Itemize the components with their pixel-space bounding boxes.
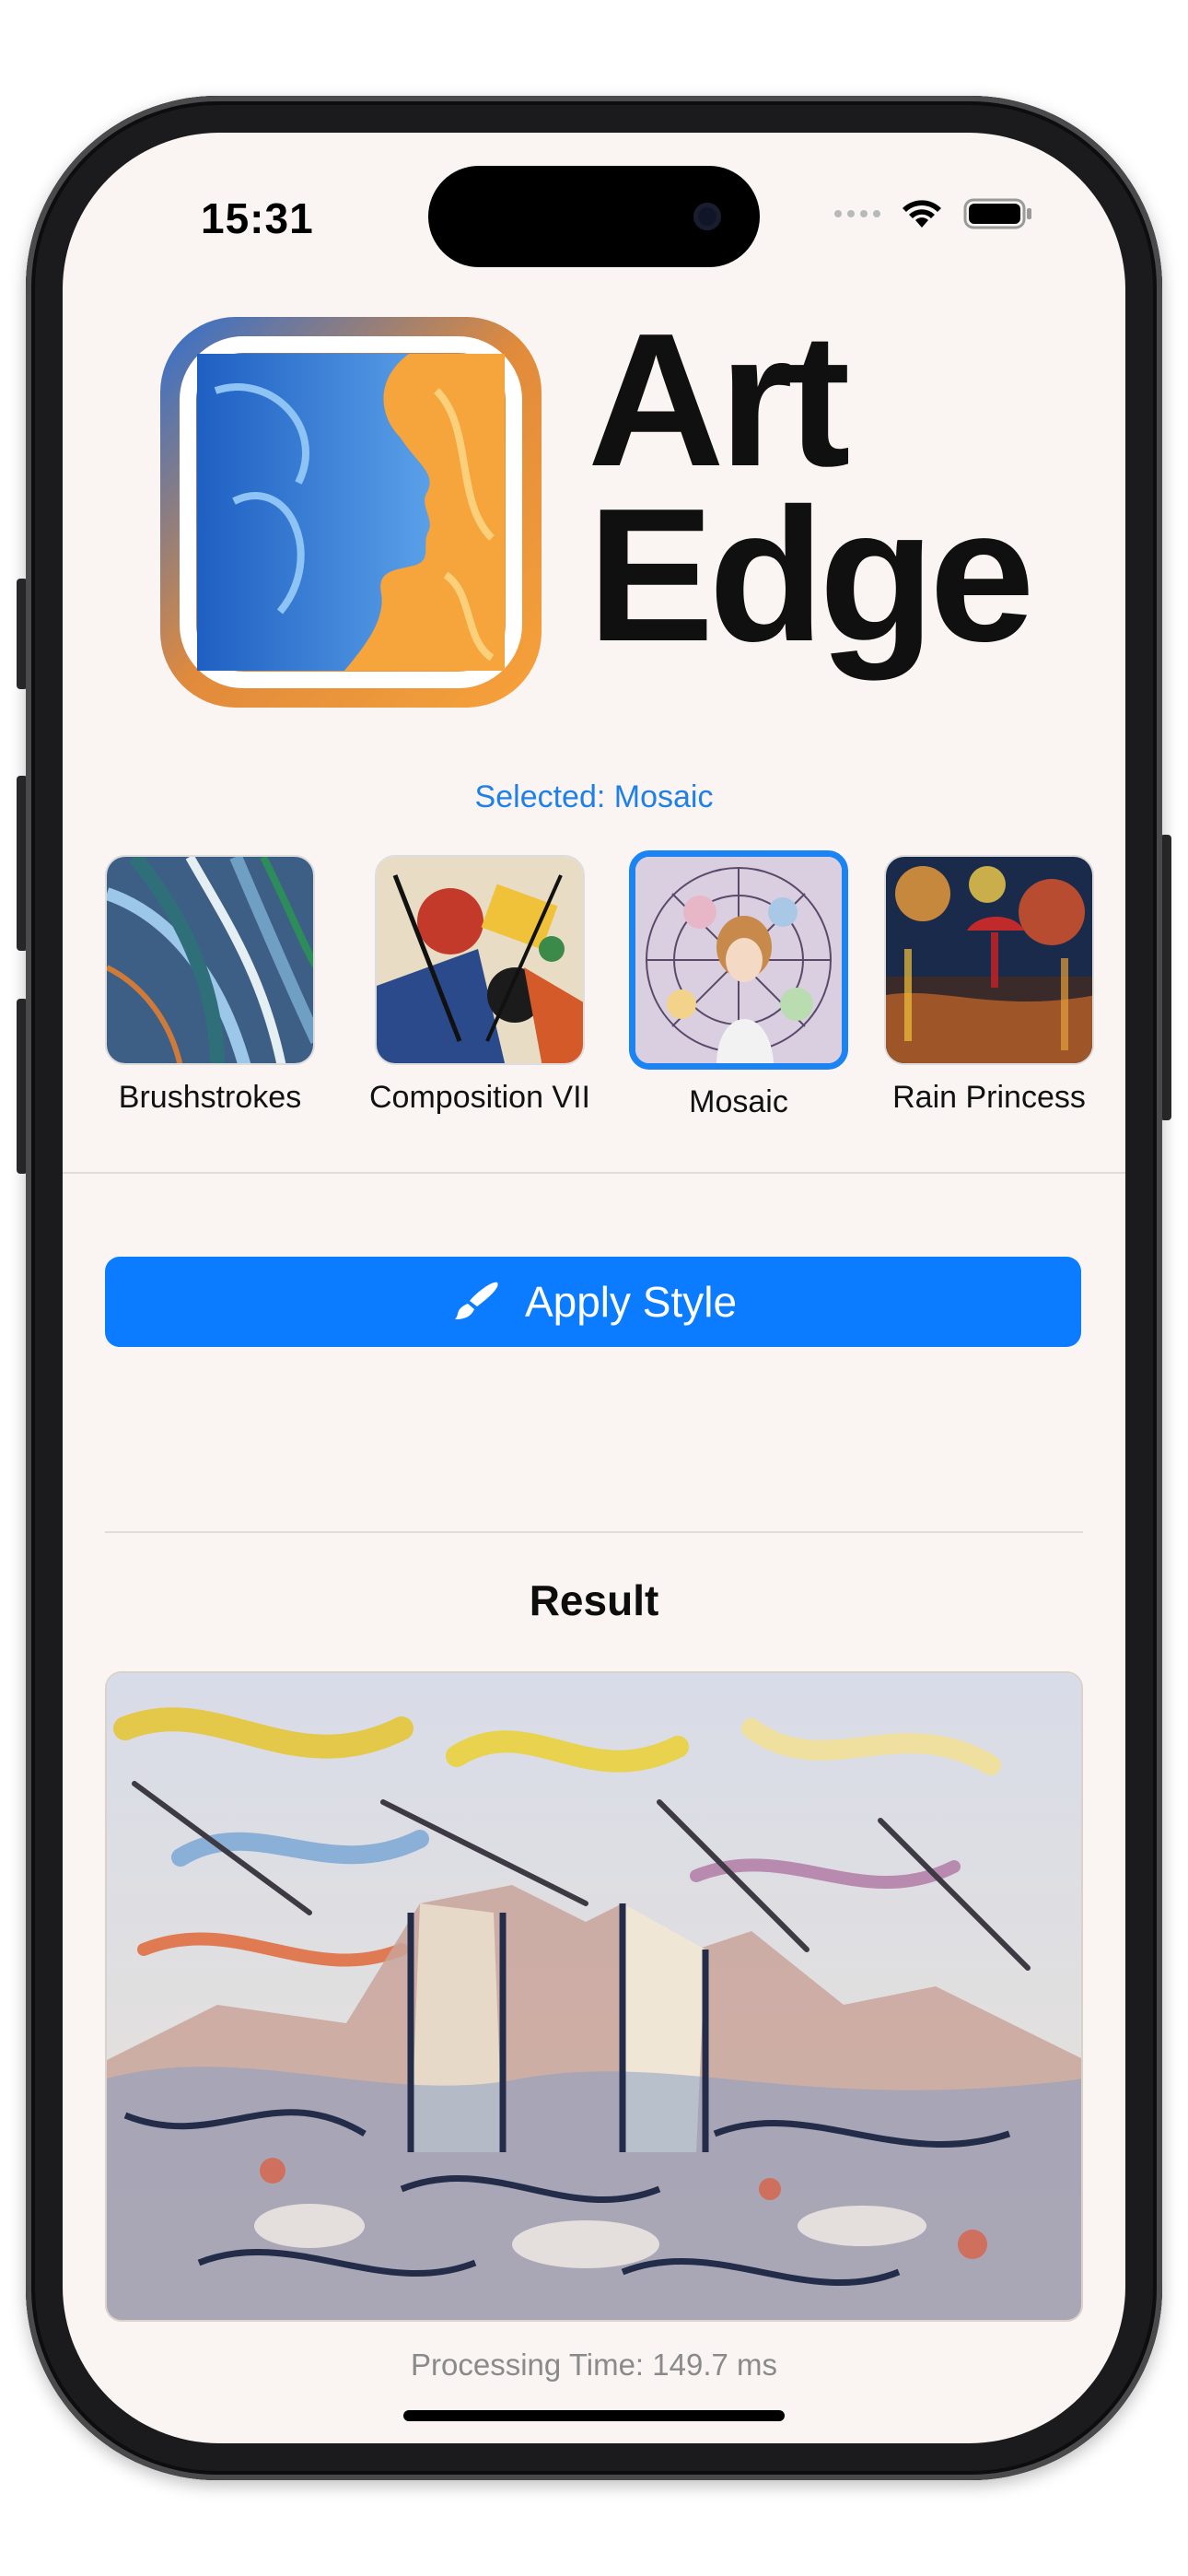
signal-dots-icon xyxy=(834,210,880,217)
app-logo-image xyxy=(160,317,542,708)
style-item-rain-princess[interactable]: Rain Princess xyxy=(879,855,1100,1116)
style-label: Rain Princess xyxy=(892,1080,1086,1115)
apply-style-button[interactable]: Apply Style xyxy=(105,1257,1081,1347)
style-label: Mosaic xyxy=(689,1084,788,1119)
style-item-mosaic[interactable]: Mosaic xyxy=(628,850,849,1120)
app-title-line2: Edge xyxy=(588,468,1035,681)
app-title-line1: Art xyxy=(588,294,851,506)
status-indicators xyxy=(834,197,1033,230)
processing-time-label: Processing Time: 149.7 ms xyxy=(411,2348,777,2382)
style-label: Composition VII xyxy=(369,1080,590,1115)
apply-style-label: Apply Style xyxy=(524,1278,738,1326)
section-divider xyxy=(63,1172,1125,1174)
wifi-icon xyxy=(903,200,941,228)
result-image xyxy=(105,1671,1083,2322)
style-label: Brushstrokes xyxy=(118,1080,302,1115)
section-divider xyxy=(105,1531,1083,1533)
front-camera xyxy=(693,203,721,230)
app-title: Art Edge xyxy=(588,294,1035,681)
app-screen: 15:31 Art Edge Selected: Mosaic Brushstr… xyxy=(63,133,1125,2443)
style-thumbnail-brushstrokes[interactable] xyxy=(105,855,315,1065)
selected-style-label: Selected: Mosaic xyxy=(474,779,714,814)
result-title: Result xyxy=(529,1576,659,1624)
paintbrush-icon xyxy=(454,1282,498,1319)
style-item-composition-vii[interactable]: Composition VII xyxy=(369,855,590,1116)
style-picker: Brushstrokes Composition VII Mosaic Rain… xyxy=(63,850,1125,1131)
dynamic-island xyxy=(428,166,760,267)
style-thumbnail-rain-princess[interactable] xyxy=(884,855,1094,1065)
home-indicator[interactable] xyxy=(403,2410,785,2421)
status-time: 15:31 xyxy=(201,194,314,242)
style-thumbnail-composition-vii[interactable] xyxy=(375,855,585,1065)
style-thumbnail-mosaic[interactable] xyxy=(629,850,848,1070)
battery-icon xyxy=(963,198,1031,229)
style-item-brushstrokes[interactable]: Brushstrokes xyxy=(99,855,320,1116)
